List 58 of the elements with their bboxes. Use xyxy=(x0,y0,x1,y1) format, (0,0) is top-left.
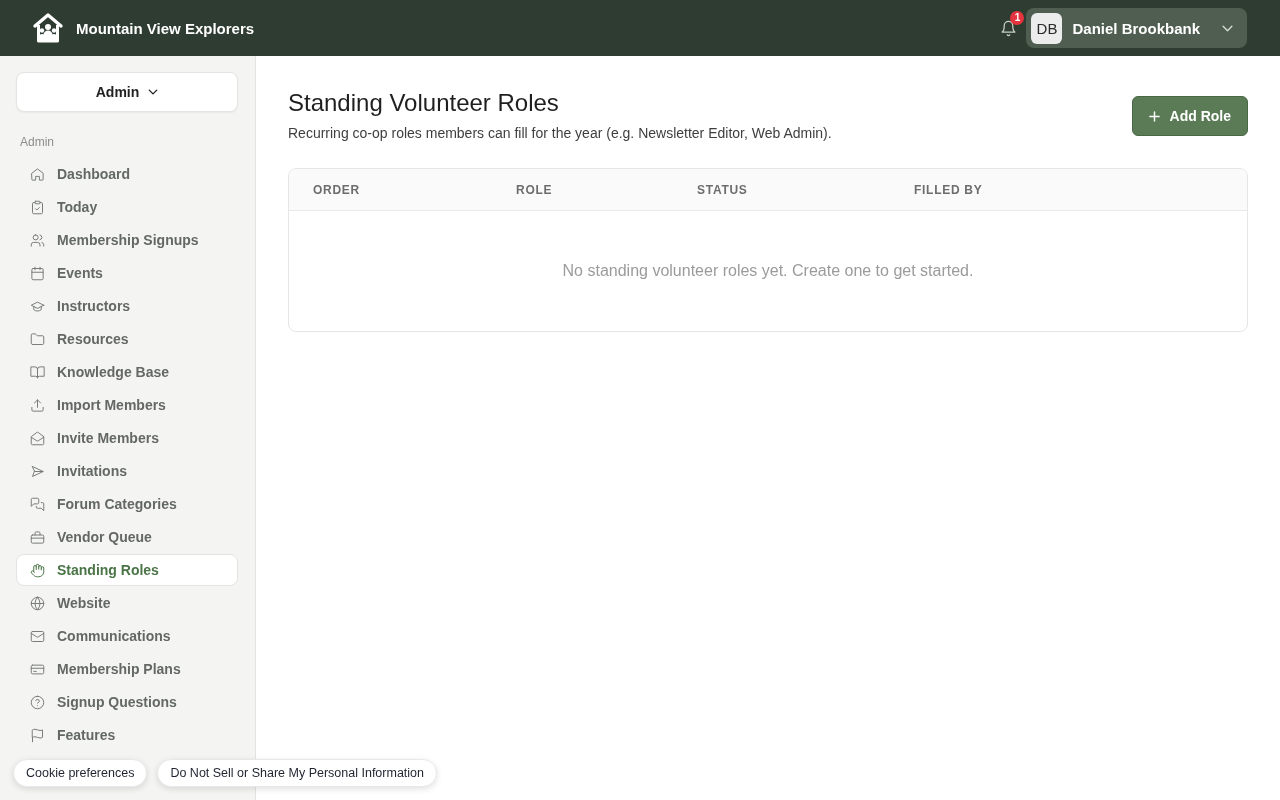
briefcase-icon xyxy=(30,529,45,545)
sidebar-item[interactable]: Communications xyxy=(16,620,238,652)
sidebar-item[interactable]: Dashboard xyxy=(16,158,238,190)
sidebar-item[interactable]: Events xyxy=(16,257,238,289)
sidebar-item[interactable]: Resources xyxy=(16,323,238,355)
sidebar-item[interactable]: Invitations xyxy=(16,455,238,487)
book-icon xyxy=(30,364,45,380)
user-name: Daniel Brookbank xyxy=(1072,19,1200,37)
column-header: ORDER xyxy=(313,182,360,197)
sidebar-item[interactable]: Features xyxy=(16,719,238,751)
add-role-button[interactable]: Add Role xyxy=(1131,96,1248,136)
home-icon xyxy=(30,166,45,182)
people-icon xyxy=(30,232,45,248)
chevron-down-icon xyxy=(148,89,159,95)
sidebar-item[interactable]: Instructors xyxy=(16,290,238,322)
user-menu-button[interactable]: DB Daniel Brookbank xyxy=(1026,8,1247,48)
envelope-icon xyxy=(30,430,45,446)
sidebar-item[interactable]: Signup Questions xyxy=(16,686,238,718)
sidebar-item[interactable]: Today xyxy=(16,191,238,223)
sidebar-item[interactable]: Knowledge Base xyxy=(16,356,238,388)
page-title: Standing Volunteer Roles xyxy=(288,88,560,118)
send-icon xyxy=(30,463,45,479)
globe-icon xyxy=(30,595,45,611)
plus-icon xyxy=(1148,110,1160,122)
sidebar-item[interactable]: Vendor Queue xyxy=(16,521,238,553)
help-icon xyxy=(30,694,45,710)
avatar-initials: DB xyxy=(1031,12,1063,44)
hand-icon xyxy=(30,562,45,578)
sidebar-item[interactable]: Import Members xyxy=(16,389,238,421)
cookie-preferences-button[interactable]: Cookie preferences xyxy=(13,759,148,787)
graduation-cap-icon xyxy=(30,298,45,314)
sidebar-item[interactable]: Membership Plans xyxy=(16,653,238,685)
calendar-icon xyxy=(30,265,45,281)
role-switcher-dropdown[interactable]: Admin xyxy=(16,72,238,112)
privacy-opt-out-button[interactable]: Do Not Sell or Share My Personal Information xyxy=(157,759,437,787)
chevron-down-icon xyxy=(1222,24,1233,32)
flag-icon xyxy=(30,727,45,743)
mail-icon xyxy=(30,628,45,644)
upload-icon xyxy=(30,397,45,413)
clipboard-check-icon xyxy=(30,199,45,215)
chat-bubbles-icon xyxy=(30,496,45,512)
notification-badge: 1 xyxy=(1010,10,1025,25)
empty-state-message: No standing volunteer roles yet. Create one to get started. xyxy=(562,262,974,280)
page-description: Recurring co-op roles members can fill for the year (e.g. Newsletter Editor, Web Admin). xyxy=(288,124,832,143)
sidebar-section-label: Admin xyxy=(20,134,55,150)
column-header: STATUS xyxy=(697,182,748,197)
sidebar-item[interactable]: Standing Roles xyxy=(16,554,238,586)
house-people-logo-icon xyxy=(32,12,64,44)
app-name: Mountain View Explorers xyxy=(76,19,255,37)
sidebar-item[interactable]: Website xyxy=(16,587,238,619)
bell-icon[interactable] xyxy=(1000,19,1018,37)
sidebar-item[interactable]: Forum Categories xyxy=(16,488,238,520)
credit-card-icon xyxy=(30,661,45,677)
sidebar-item[interactable]: Membership Signups xyxy=(16,224,238,256)
column-header: ROLE xyxy=(516,182,553,197)
sidebar-item[interactable]: Invite Members xyxy=(16,422,238,454)
folder-icon xyxy=(30,331,45,347)
column-header: FILLED BY xyxy=(914,182,983,197)
